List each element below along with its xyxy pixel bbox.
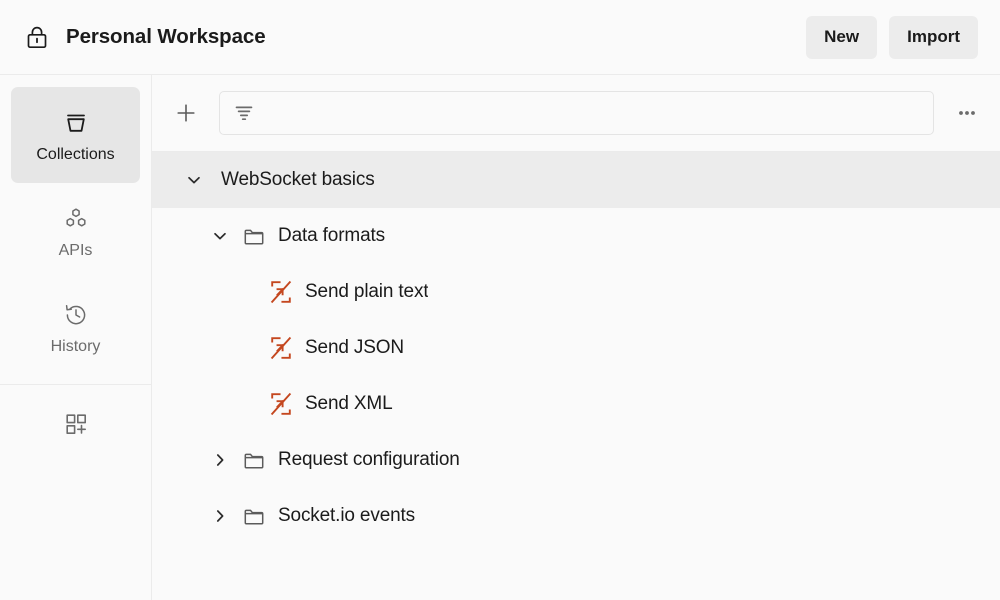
tree-row-request[interactable]: Send XML: [152, 376, 1000, 432]
tree-row-label: WebSocket basics: [221, 169, 375, 190]
sidebar-item-collections[interactable]: Collections: [11, 87, 140, 183]
workspace-identity[interactable]: Personal Workspace: [24, 24, 806, 50]
lock-icon: [24, 24, 50, 50]
folder-icon: [241, 447, 267, 473]
workspace-header: Personal Workspace New Import: [0, 0, 1000, 75]
tree-row-collection[interactable]: WebSocket basics: [152, 152, 1000, 208]
websocket-icon: [268, 391, 294, 417]
tree-row-label: Data formats: [278, 225, 385, 246]
history-icon: [61, 300, 91, 330]
folder-icon: [241, 223, 267, 249]
tree-row-label: Send XML: [305, 393, 393, 414]
collections-tree: WebSocket basics Data formats Send plain…: [152, 152, 1000, 600]
sidebar-item-add-apps[interactable]: [0, 385, 151, 463]
folder-icon: [241, 503, 267, 529]
sidebar-item-label: Collections: [36, 145, 115, 163]
import-button[interactable]: Import: [889, 15, 978, 59]
tree-row-request[interactable]: Send plain text: [152, 264, 1000, 320]
chevron-down-icon[interactable]: [207, 223, 233, 249]
chevron-down-icon[interactable]: [181, 167, 207, 193]
collections-toolbar: [152, 75, 1000, 152]
ellipsis-icon: [959, 111, 975, 115]
chevron-right-icon[interactable]: [207, 503, 233, 529]
new-button[interactable]: New: [806, 15, 878, 59]
tree-row-label: Send plain text: [305, 281, 429, 302]
tree-row-label: Request configuration: [278, 449, 460, 470]
add-apps-icon: [61, 409, 91, 439]
tree-row-folder[interactable]: Socket.io events: [152, 488, 1000, 544]
search-input[interactable]: [266, 104, 921, 122]
filter-icon[interactable]: [232, 101, 256, 125]
chevron-right-icon[interactable]: [207, 447, 233, 473]
add-collection-button[interactable]: [169, 96, 203, 130]
page-title: Personal Workspace: [66, 25, 266, 48]
tree-row-folder[interactable]: Data formats: [152, 208, 1000, 264]
tree-row-label: Send JSON: [305, 337, 404, 358]
sidebar-item-label: APIs: [58, 241, 93, 259]
websocket-icon: [268, 335, 294, 361]
tree-row-request[interactable]: Send JSON: [152, 320, 1000, 376]
header-actions: New Import: [806, 15, 978, 59]
apis-icon: [61, 204, 91, 234]
sidebar-item-history[interactable]: History: [11, 279, 140, 375]
app-root: Personal Workspace New Import Collection…: [0, 0, 1000, 600]
search-bar[interactable]: [219, 91, 934, 135]
websocket-icon: [268, 279, 294, 305]
collections-icon: [61, 108, 91, 138]
plus-icon: [177, 104, 195, 122]
more-options-button[interactable]: [950, 96, 984, 130]
app-body: Collections APIs History WebSocket basic…: [0, 75, 1000, 600]
sidebar-item-label: History: [50, 337, 101, 355]
tree-row-folder[interactable]: Request configuration: [152, 432, 1000, 488]
sidebar: Collections APIs History: [0, 75, 152, 600]
sidebar-item-apis[interactable]: APIs: [11, 183, 140, 279]
tree-row-label: Socket.io events: [278, 505, 416, 526]
collections-panel: WebSocket basics Data formats Send plain…: [152, 75, 1000, 600]
